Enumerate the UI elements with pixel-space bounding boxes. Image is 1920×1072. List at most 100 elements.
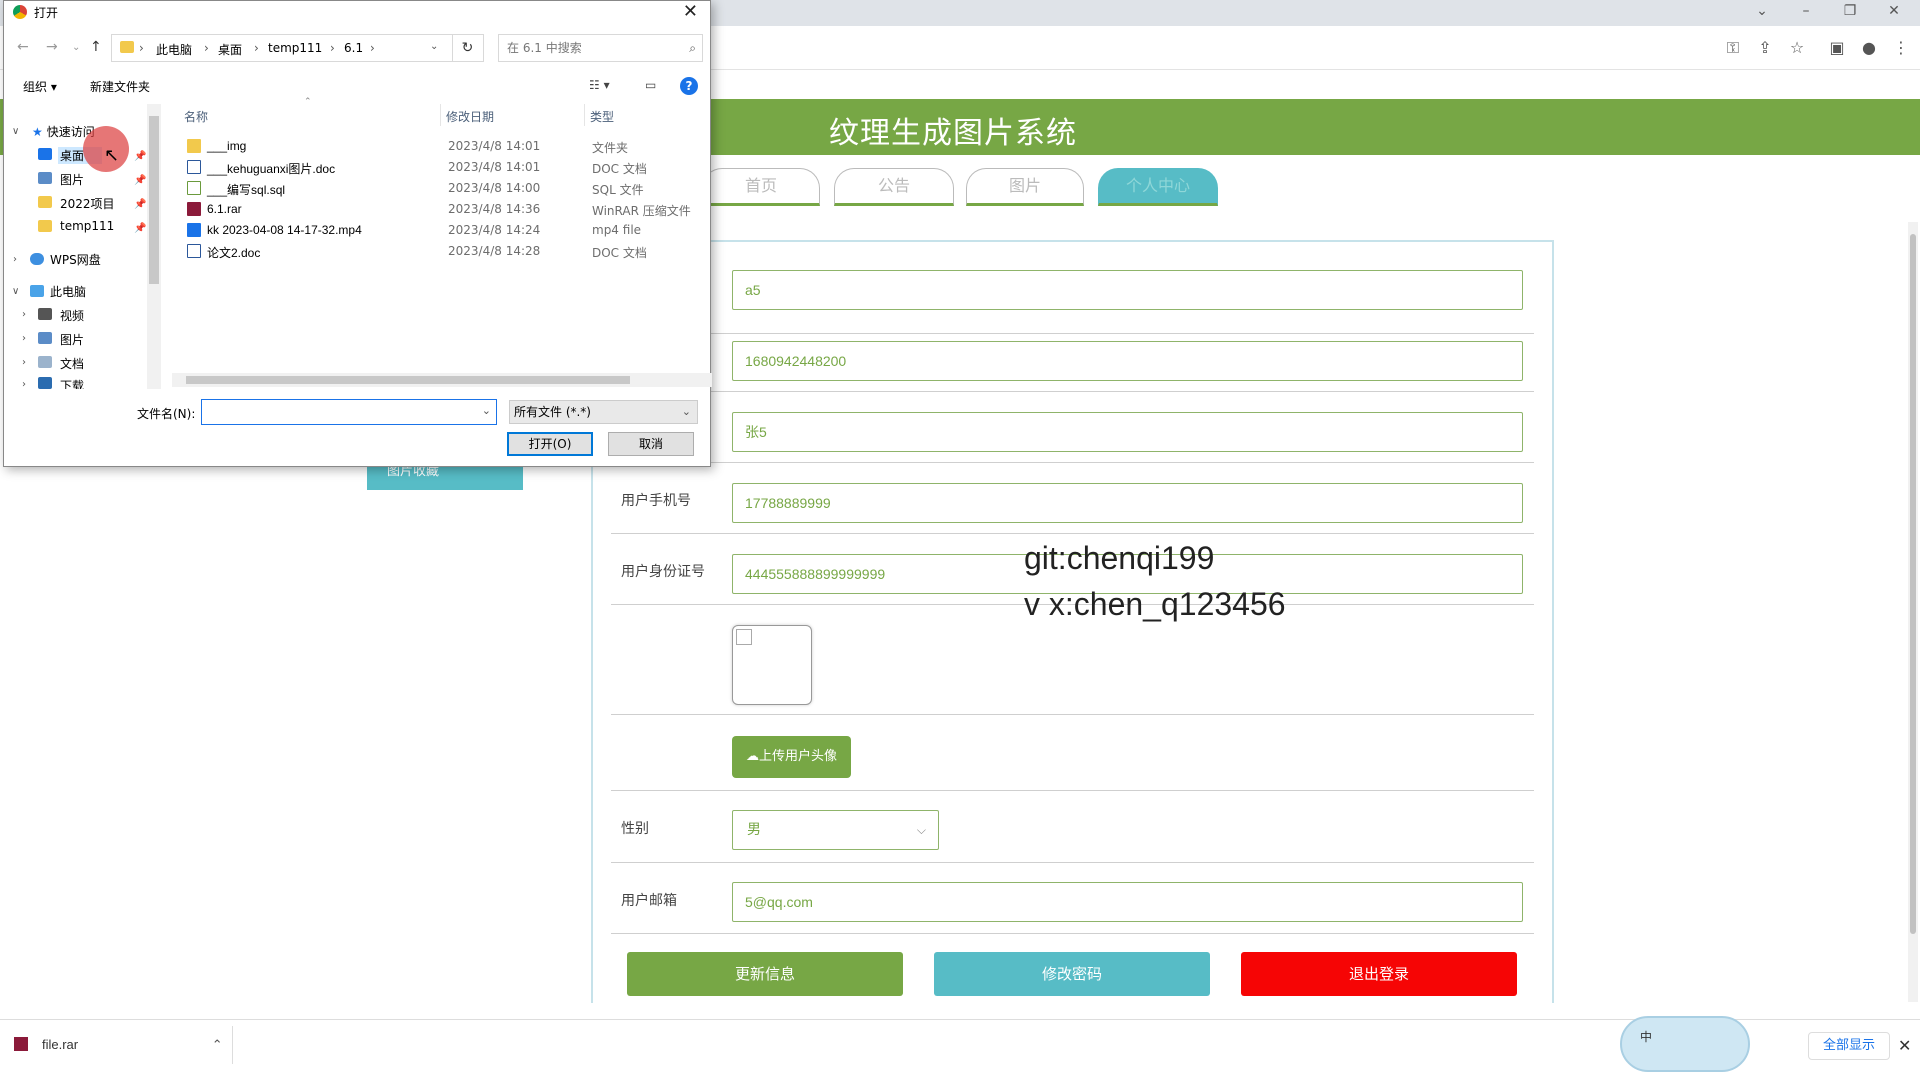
preview-pane-icon[interactable]: ▭ [645,78,656,92]
minimize-button[interactable]: – [1784,0,1828,26]
ime-widget[interactable]: 中 [1620,1016,1750,1072]
up-arrow-icon[interactable]: ↑ [90,39,102,55]
address-bar[interactable]: › 此电脑 › 桌面 › temp111 › 6.1 › ⌄ [111,34,484,62]
email-field[interactable]: 5@qq.com [732,882,1523,922]
horizontal-scrollbar[interactable] [172,373,712,387]
row-divider [611,714,1534,715]
forward-arrow-icon[interactable]: → [46,39,58,55]
file-row[interactable]: ___img 2023/4/8 14:01 文件夹 [184,136,704,156]
gender-select[interactable]: 男 ⌵ [732,810,939,850]
help-icon[interactable]: ? [680,77,698,95]
tree-item-temp111[interactable]: temp111 [60,219,114,233]
breadcrumb-item[interactable]: 6.1 [344,41,363,55]
scrollbar-thumb[interactable] [186,376,630,384]
recent-chevron-icon[interactable]: ⌄ [72,42,80,53]
chevron-down-icon[interactable]: ⌄ [482,404,491,417]
file-row[interactable]: kk 2023-04-08 14-17-32.mp4 2023/4/8 14:2… [184,220,704,240]
sidepanel-icon[interactable]: ▣ [1825,36,1849,60]
view-options-icon[interactable]: ☷ ▾ [589,78,610,92]
chevron-up-icon[interactable]: ⌃ [212,1037,223,1052]
broken-image-icon [736,629,752,645]
tab-notice[interactable]: 公告 [834,168,954,206]
file-name: 6.1.rar [207,202,242,216]
pin-icon: 📌 [134,175,147,186]
breadcrumb-item[interactable]: 桌面 [218,41,242,58]
update-info-button[interactable]: 更新信息 [627,952,903,996]
tree-item-downloads[interactable]: 下载 [60,377,84,389]
tree-item-this-pc[interactable]: 此电脑 [50,283,86,300]
name-field[interactable]: 张5 [732,412,1523,452]
expand-arrow-icon[interactable]: › [13,254,17,265]
star-icon[interactable]: ☆ [1785,36,1809,60]
expand-arrow-icon[interactable]: › [22,357,26,368]
computer-icon [30,285,44,297]
key-icon[interactable]: ⚿ [1721,36,1745,60]
open-button[interactable]: 打开(O) [507,432,593,456]
filename-input[interactable]: ⌄ [201,399,497,425]
new-folder-button[interactable]: 新建文件夹 [90,78,150,95]
tree-item-wps-cloud[interactable]: WPS网盘 [50,251,101,268]
file-row[interactable]: 6.1.rar 2023/4/8 14:36 WinRAR 压缩文件 [184,199,704,219]
tree-item-pictures-pc[interactable]: 图片 [60,331,84,348]
tree-item-videos[interactable]: 视频 [60,307,84,324]
tree-item-documents[interactable]: 文档 [60,355,84,372]
tab-home[interactable]: 首页 [702,168,820,206]
tab-profile[interactable]: 个人中心 [1098,168,1218,206]
column-header-type[interactable]: 类型 [590,108,614,125]
breadcrumb-item[interactable]: temp111 [268,41,322,55]
expand-arrow-icon[interactable]: › [22,333,26,344]
file-type: WinRAR 压缩文件 [592,204,691,218]
tree-item-2022-project[interactable]: 2022项目 [60,195,115,212]
column-divider[interactable] [440,104,441,126]
expand-arrow-icon[interactable]: › [22,309,26,320]
download-item[interactable]: file.rar ⌃ [14,1037,223,1053]
close-download-bar-icon[interactable]: ✕ [1898,1036,1911,1055]
breadcrumb-separator: › [330,41,335,55]
expand-arrow-icon[interactable]: › [22,379,26,390]
cancel-button[interactable]: 取消 [608,432,694,456]
tree-item-pictures[interactable]: 图片 [60,171,84,188]
file-row[interactable]: ___编写sql.sql 2023/4/8 14:00 SQL 文件 [184,178,704,198]
share-icon[interactable]: ⇪ [1753,36,1777,60]
column-header-name[interactable]: 名称 [184,108,208,125]
menu-icon[interactable]: ⋮ [1889,36,1913,60]
organize-menu[interactable]: 组织 ▾ [23,78,57,95]
file-row[interactable]: ___kehuguanxi图片.doc 2023/4/8 14:01 DOC 文… [184,157,704,177]
close-icon[interactable]: ✕ [683,1,698,22]
chevron-down-icon[interactable]: ⌄ [430,41,438,52]
expand-arrow-icon[interactable]: ∨ [12,286,19,297]
chevron-down-icon: ⌄ [681,405,691,418]
tree-scrollbar[interactable] [147,104,161,389]
file-type: mp4 file [592,223,642,237]
phone-field[interactable]: 17788889999 [732,483,1523,523]
file-row[interactable]: 论文2.doc 2023/4/8 14:28 DOC 文档 [184,241,704,261]
page-scrollbar[interactable] [1908,222,1918,1002]
back-arrow-icon[interactable]: ← [17,39,29,55]
file-name: ___编写sql.sql [207,183,286,197]
upload-avatar-button[interactable]: ☁上传用户头像 [732,736,851,778]
scrollbar-thumb[interactable] [1910,234,1916,934]
column-header-date[interactable]: 修改日期 [446,108,494,125]
file-date: 2023/4/8 14:01 [448,160,541,174]
profile-icon[interactable]: ● [1857,36,1881,60]
close-window-button[interactable]: ✕ [1872,0,1916,26]
column-divider[interactable] [584,104,585,126]
folder-icon [120,41,134,53]
scrollbar-thumb[interactable] [149,116,159,284]
file-name: ___img [207,139,247,153]
show-all-downloads-button[interactable]: 全部显示 [1808,1032,1890,1060]
file-name: 论文2.doc [207,246,261,260]
search-input[interactable]: 在 6.1 中搜索 ⌕ [498,34,703,62]
folder-icon [38,220,52,232]
user-id-field[interactable]: 1680942448200 [732,341,1523,381]
change-password-button[interactable]: 修改密码 [934,952,1210,996]
expand-arrow-icon[interactable]: ∨ [12,126,19,137]
breadcrumb-item[interactable]: 此电脑 [156,41,192,58]
file-type-select[interactable]: 所有文件 (*.*) ⌄ [509,400,698,424]
refresh-icon[interactable]: ↻ [452,34,482,62]
tab-images[interactable]: 图片 [966,168,1084,206]
tab-search-icon[interactable]: ⌄ [1740,0,1784,26]
logout-button[interactable]: 退出登录 [1241,952,1517,996]
account-field[interactable]: a5 [732,270,1523,310]
restore-button[interactable]: ❐ [1828,0,1872,26]
